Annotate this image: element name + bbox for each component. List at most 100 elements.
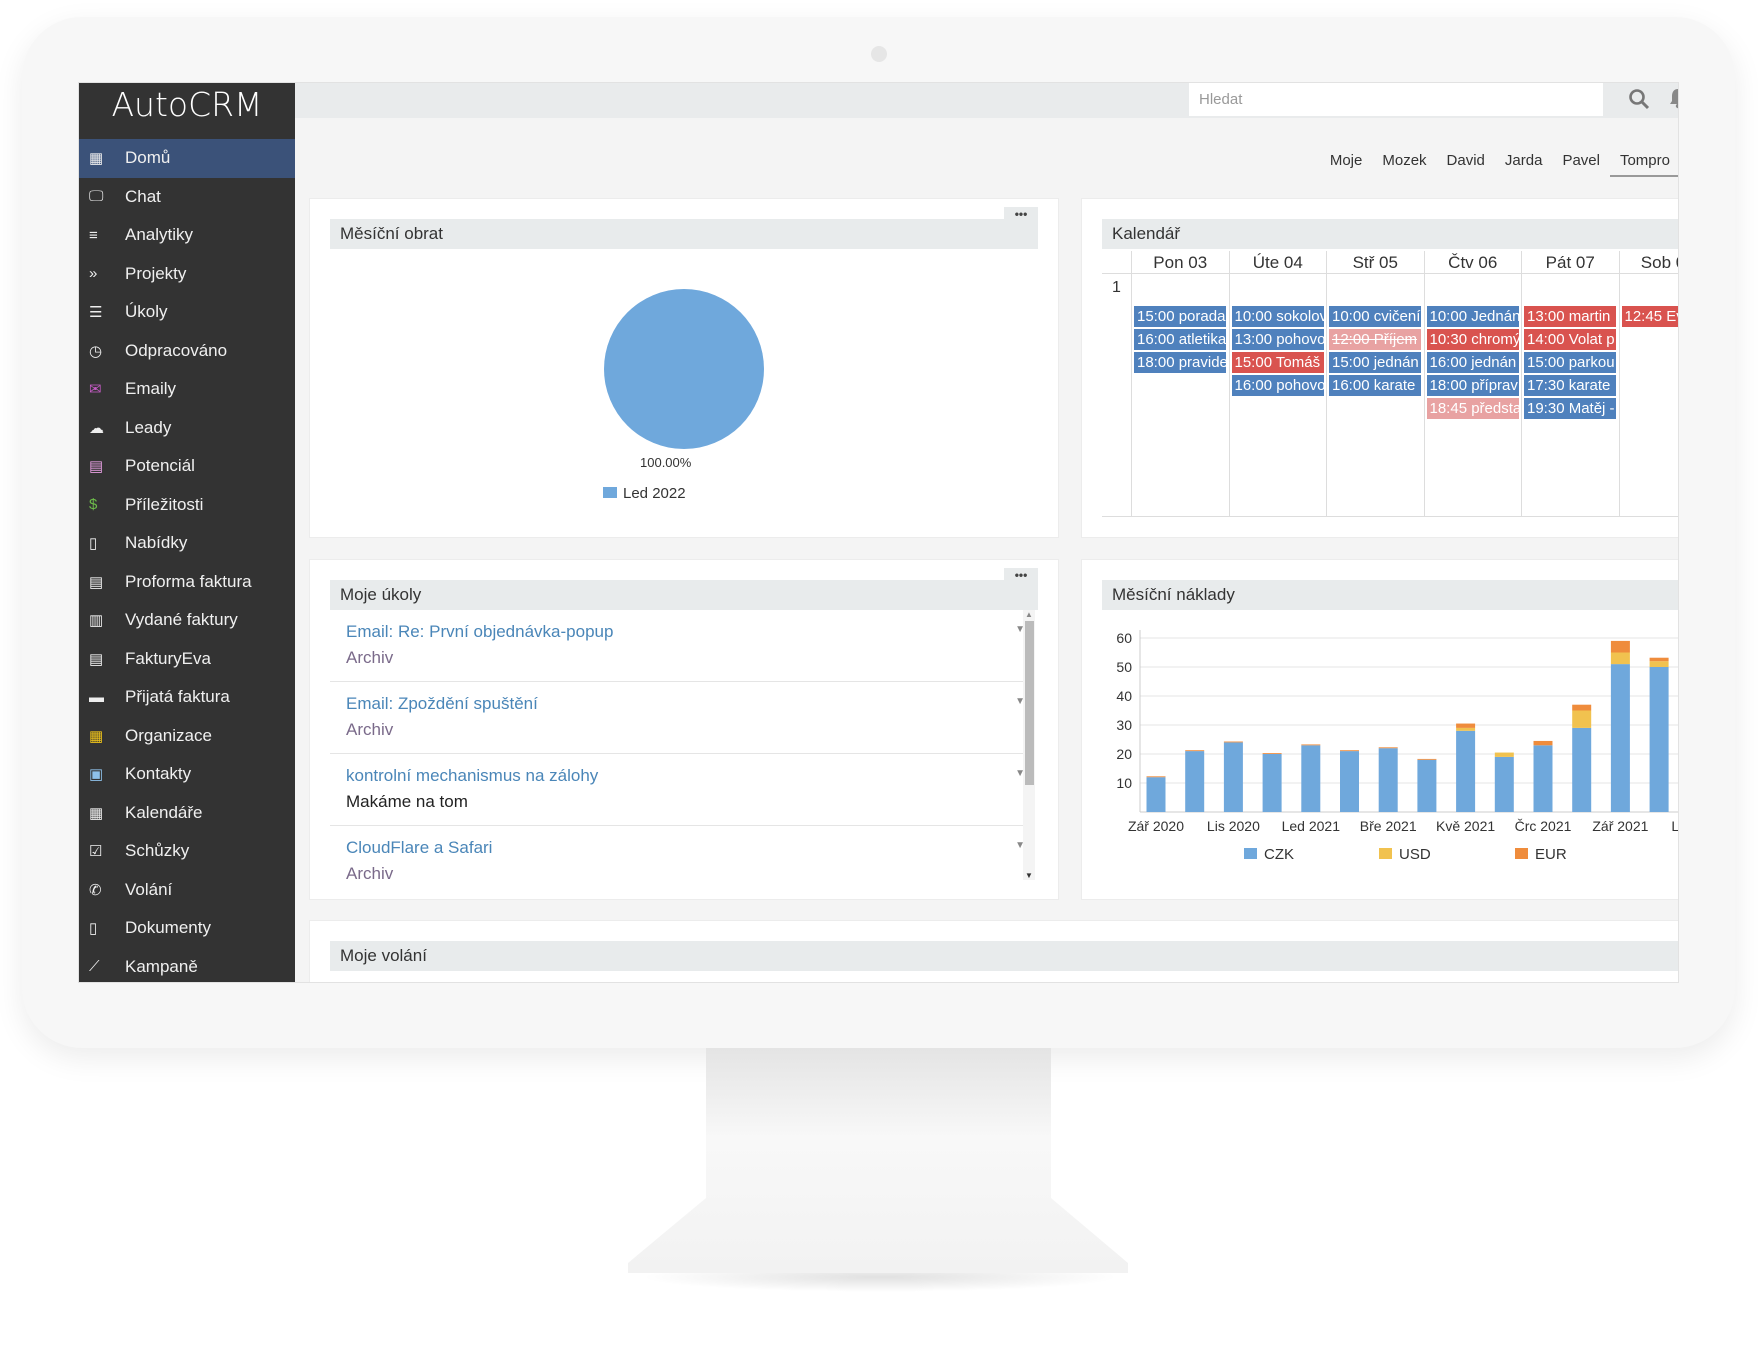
- sidebar-item-3[interactable]: » Projekty: [79, 255, 295, 294]
- tab-3[interactable]: Jarda: [1495, 145, 1553, 177]
- bar-usd[interactable]: [1610, 652, 1630, 665]
- bar-eur[interactable]: [1572, 704, 1592, 711]
- bar-czk[interactable]: [1340, 751, 1359, 812]
- sidebar-item-5[interactable]: ◷ Odpracováno: [79, 332, 295, 371]
- sidebar-item-11[interactable]: ▤ Proforma faktura: [79, 563, 295, 602]
- calendar-event[interactable]: 16:00 jednán: [1426, 352, 1519, 373]
- bar-czk[interactable]: [1262, 754, 1282, 812]
- bar-czk[interactable]: [1223, 742, 1243, 812]
- calendar-day-column[interactable]: [1131, 274, 1132, 517]
- calendar-event[interactable]: 18:00 pravide: [1134, 352, 1226, 373]
- sidebar-item-7[interactable]: ☁ Leady: [79, 409, 295, 448]
- tab-1[interactable]: Mozek: [1372, 145, 1436, 177]
- sidebar-item-2[interactable]: ≡ Analytiky: [79, 216, 295, 255]
- task-title[interactable]: Email: Zpoždění spuštění: [346, 694, 538, 714]
- sidebar-item-14[interactable]: ▬ Přijatá faktura: [79, 678, 295, 717]
- scroll-up-icon[interactable]: ▲: [1023, 610, 1035, 619]
- bar-czk[interactable]: [1378, 748, 1398, 812]
- sidebar-item-18[interactable]: ☑ Schůzky: [79, 832, 295, 871]
- task-item[interactable]: CloudFlare a Safari Archiv ▼: [330, 826, 1035, 880]
- bar-eur[interactable]: [1262, 753, 1282, 754]
- calendar-day-column[interactable]: [1618, 274, 1620, 517]
- calendar-event[interactable]: 15:00 jednán: [1329, 352, 1421, 373]
- scroll-down-icon[interactable]: ▼: [1023, 871, 1035, 880]
- calendar-event[interactable]: 15:00 parkou: [1524, 352, 1616, 373]
- sidebar-item-13[interactable]: ▤ FakturyEva: [79, 640, 295, 679]
- task-title[interactable]: CloudFlare a Safari: [346, 838, 492, 858]
- calendar-day-header[interactable]: Pon 03: [1131, 251, 1229, 274]
- calendar-event[interactable]: 10:00 sokolov: [1231, 306, 1324, 327]
- bar-czk[interactable]: [1572, 727, 1592, 812]
- bar-usd[interactable]: [1572, 710, 1592, 728]
- calendar-event[interactable]: 13:00 martin: [1524, 306, 1616, 327]
- sidebar-item-20[interactable]: ▯ Dokumenty: [79, 909, 295, 948]
- task-title[interactable]: Email: Re: První objednávka-popup: [346, 622, 613, 642]
- bar-eur[interactable]: [1417, 758, 1437, 760]
- tab-0[interactable]: Moje: [1320, 145, 1373, 177]
- more-button[interactable]: •••: [1004, 568, 1038, 590]
- bar-czk[interactable]: [1494, 756, 1514, 812]
- sidebar-item-4[interactable]: ☰ Úkoly: [79, 293, 295, 332]
- pie-slice[interactable]: [604, 289, 764, 449]
- bar-usd[interactable]: [1649, 661, 1669, 667]
- tab-4[interactable]: Pavel: [1552, 145, 1610, 177]
- sidebar-item-1[interactable]: 🖵 Chat: [79, 178, 295, 217]
- tab-5[interactable]: Tompro: [1609, 145, 1678, 177]
- calendar-event[interactable]: 16:00 karate: [1329, 375, 1421, 396]
- calendar-event[interactable]: 18:00 příprav: [1426, 375, 1519, 396]
- bar-eur[interactable]: [1649, 657, 1669, 662]
- calendar-event[interactable]: 14:00 Volat p: [1524, 329, 1616, 350]
- legend-label[interactable]: USD: [1399, 846, 1431, 863]
- search-input[interactable]: [1189, 83, 1603, 116]
- calendar-event[interactable]: 15:00 porada: [1134, 306, 1226, 327]
- sidebar-item-12[interactable]: ▥ Vydané faktury: [79, 601, 295, 640]
- task-item[interactable]: Email: Zpoždění spuštění Archiv ▼: [330, 682, 1035, 754]
- calendar-event[interactable]: 10:00 cvičení: [1329, 306, 1421, 327]
- sidebar-item-0[interactable]: ▦ Domů: [79, 139, 295, 178]
- calendar-event[interactable]: 15:00 Tomáš: [1231, 352, 1324, 373]
- calendar-day-header[interactable]: Úte 04: [1228, 251, 1326, 274]
- calendar-event[interactable]: 17:30 karate: [1524, 375, 1616, 396]
- legend-label[interactable]: CZK: [1264, 846, 1294, 863]
- sidebar-item-15[interactable]: ▦ Organizace: [79, 717, 295, 756]
- bar-czk[interactable]: [1301, 745, 1321, 812]
- calendar-event[interactable]: 12:00 Příjem: [1329, 329, 1421, 350]
- sidebar-item-16[interactable]: ▣ Kontakty: [79, 755, 295, 794]
- bell-icon[interactable]: [1668, 87, 1678, 114]
- task-item[interactable]: kontrolní mechanismus na zálohy Makáme na…: [330, 754, 1035, 826]
- bar-czk[interactable]: [1610, 664, 1630, 812]
- scrollbar-thumb[interactable]: [1024, 621, 1034, 785]
- scrollbar[interactable]: ▲ ▼: [1023, 610, 1035, 880]
- bar-czk[interactable]: [1185, 751, 1205, 812]
- calendar-day-header[interactable]: Sob 08: [1618, 251, 1678, 274]
- sidebar-item-17[interactable]: ▦ Kalendáře: [79, 794, 295, 833]
- calendar-day-column[interactable]: [1228, 274, 1230, 517]
- task-item[interactable]: Email: Re: První objednávka-popup Archiv ▼: [330, 610, 1035, 682]
- sidebar-item-21[interactable]: ⟋ Kampaně: [79, 948, 295, 983]
- bar-czk[interactable]: [1146, 777, 1166, 812]
- calendar-event[interactable]: 10:30 chromý: [1426, 329, 1519, 350]
- bar-eur[interactable]: [1146, 776, 1166, 778]
- search-icon[interactable]: [1628, 88, 1650, 115]
- calendar-day-header[interactable]: Stř 05: [1326, 251, 1424, 274]
- calendar-event[interactable]: 13:00 pohovo: [1231, 329, 1324, 350]
- bar-czk[interactable]: [1417, 759, 1437, 812]
- calendar-event[interactable]: 18:45 předsta: [1426, 398, 1519, 419]
- sidebar-item-9[interactable]: $ Příležitosti: [79, 486, 295, 525]
- bar-usd[interactable]: [1456, 727, 1476, 731]
- calendar-event[interactable]: 19:30 Matěj -: [1524, 398, 1616, 419]
- bar-eur[interactable]: [1301, 744, 1321, 746]
- task-title[interactable]: kontrolní mechanismus na zálohy: [346, 766, 598, 786]
- legend-label[interactable]: Led 2022: [623, 485, 686, 502]
- calendar-event[interactable]: 10:00 Jednán: [1426, 306, 1519, 327]
- tab-2[interactable]: David: [1437, 145, 1495, 177]
- bar-czk[interactable]: [1649, 667, 1669, 812]
- calendar-day-header[interactable]: Pát 07: [1521, 251, 1619, 274]
- calendar-day-header[interactable]: Čtv 06: [1423, 251, 1521, 274]
- calendar-event[interactable]: 16:00 pohovo: [1231, 375, 1324, 396]
- bar-eur[interactable]: [1456, 723, 1476, 728]
- bar-eur[interactable]: [1185, 750, 1205, 752]
- bar-eur[interactable]: [1378, 747, 1398, 749]
- sidebar-item-8[interactable]: ▤ Potenciál: [79, 447, 295, 486]
- legend-label[interactable]: EUR: [1535, 846, 1567, 863]
